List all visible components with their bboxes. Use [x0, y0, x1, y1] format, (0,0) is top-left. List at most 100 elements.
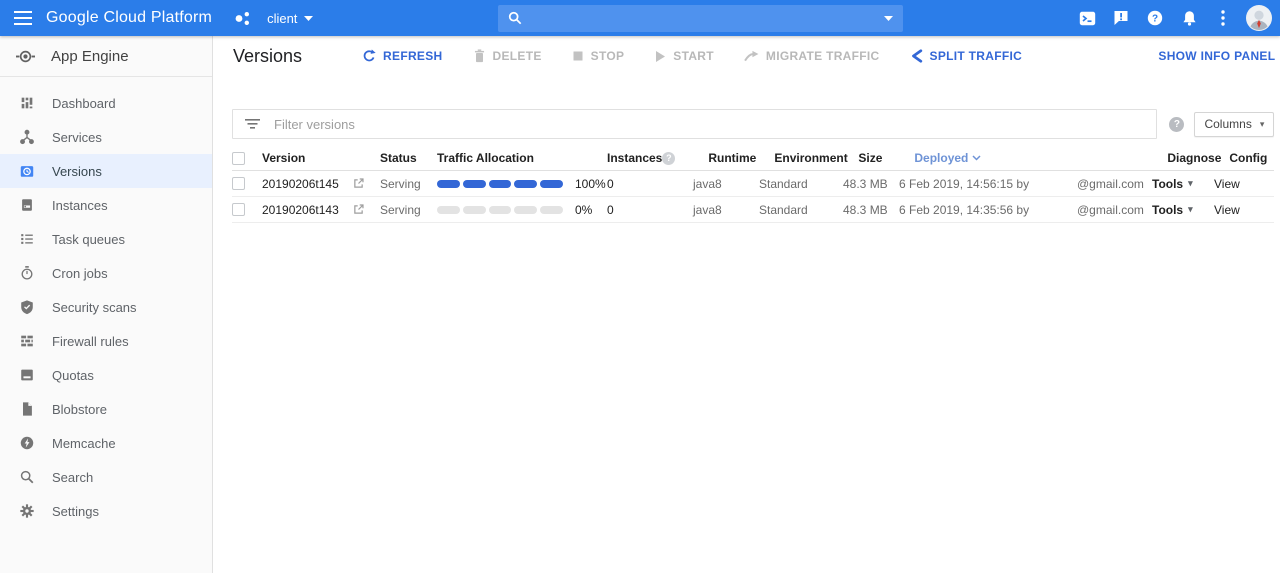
migrate-traffic-icon [744, 50, 759, 62]
traffic-allocation-bar [437, 206, 563, 214]
topbar-left: Google Cloud Platform client [0, 9, 330, 27]
size-value: 48.3 MB [843, 203, 899, 217]
col-instances[interactable]: Instances [607, 151, 662, 165]
product-logo[interactable]: Google Cloud Platform [46, 9, 212, 27]
cloud-shell-icon[interactable] [1070, 0, 1104, 36]
sidebar-item-cron-jobs[interactable]: Cron jobs [0, 256, 212, 290]
columns-button[interactable]: Columns ▾ [1194, 112, 1274, 137]
project-selector[interactable]: client [267, 11, 313, 26]
versions-icon [18, 162, 36, 180]
runtime-value: java8 [693, 177, 759, 191]
deployed-by-email: @gmail.com [1077, 203, 1152, 217]
filter-versions-input[interactable] [274, 117, 1144, 132]
page-title: Versions [233, 46, 302, 67]
view-config-link[interactable]: View [1214, 177, 1259, 191]
chevron-down-icon: ▾ [1188, 178, 1193, 189]
open-version-link[interactable] [352, 177, 380, 190]
more-options-icon[interactable] [1206, 0, 1240, 36]
col-status[interactable]: Status [380, 151, 437, 165]
versions-toolbar: Versions REFRESH DELETE STOP START MIGRA… [213, 36, 1280, 76]
search-input[interactable] [530, 11, 876, 26]
sidebar-item-instances[interactable]: Instances [0, 188, 212, 222]
sidebar-item-blobstore[interactable]: Blobstore [0, 392, 212, 426]
main-content: Versions REFRESH DELETE STOP START MIGRA… [213, 36, 1280, 573]
sidebar-item-services[interactable]: Services [0, 120, 212, 154]
columns-label: Columns [1204, 117, 1251, 131]
col-runtime[interactable]: Runtime [708, 151, 774, 165]
sidebar-item-firewall-rules[interactable]: Firewall rules [0, 324, 212, 358]
table-header-row: Version Status Traffic Allocation Instan… [232, 146, 1274, 171]
tools-label: Tools [1152, 177, 1183, 191]
external-link-icon [352, 177, 365, 190]
sidebar-title: App Engine [51, 48, 129, 65]
topbar-right: ? [1070, 0, 1272, 36]
app-engine-icon [16, 47, 35, 66]
sidebar-item-settings[interactable]: Settings [0, 494, 212, 528]
deployed-value: 6 Feb 2019, 14:56:15 by [899, 177, 1077, 191]
traffic-percent: 0% [575, 203, 592, 217]
instances-count: 0 [607, 203, 647, 217]
sidebar-item-label: Versions [52, 164, 102, 179]
filter-icon [245, 119, 260, 129]
sidebar-item-task-queues[interactable]: Task queues [0, 222, 212, 256]
avatar[interactable] [1246, 5, 1272, 31]
col-environment[interactable]: Environment [774, 151, 858, 165]
services-icon [18, 128, 36, 146]
sidebar-item-quotas[interactable]: Quotas [0, 358, 212, 392]
memcache-icon [18, 434, 36, 452]
versions-table: Version Status Traffic Allocation Instan… [232, 146, 1274, 223]
row-checkbox[interactable] [232, 177, 245, 190]
sidebar-item-versions[interactable]: Versions [0, 154, 212, 188]
start-icon [654, 50, 666, 63]
traffic-percent: 100% [575, 177, 606, 191]
sidebar-item-security-scans[interactable]: Security scans [0, 290, 212, 324]
settings-icon [18, 502, 36, 520]
dashboard-icon [18, 94, 36, 112]
project-switcher-icon[interactable] [234, 10, 251, 27]
feedback-icon[interactable] [1104, 0, 1138, 36]
stop-button[interactable]: STOP [572, 49, 625, 63]
versions-content: ? Columns ▾ Version Status Traffic Alloc… [213, 76, 1280, 223]
instances-help-icon[interactable]: ? [662, 152, 675, 165]
migrate-traffic-button[interactable]: MIGRATE TRAFFIC [744, 49, 880, 63]
col-deployed-sort[interactable]: Deployed [914, 151, 1092, 165]
chevron-down-icon: ▾ [1260, 119, 1265, 130]
size-value: 48.3 MB [843, 177, 899, 191]
sidebar-item-search[interactable]: Search [0, 460, 212, 494]
filter-box[interactable] [232, 109, 1157, 139]
tools-dropdown[interactable]: Tools ▾ [1152, 203, 1214, 217]
notifications-icon[interactable] [1172, 0, 1206, 36]
show-info-panel-button[interactable]: SHOW INFO PANEL [1158, 49, 1275, 63]
version-name[interactable]: 20190206t143 [262, 203, 352, 217]
global-search[interactable] [498, 5, 903, 32]
external-link-icon [352, 203, 365, 216]
svg-text:?: ? [1152, 13, 1158, 24]
view-config-link[interactable]: View [1214, 203, 1259, 217]
delete-button[interactable]: DELETE [473, 49, 542, 63]
project-name: client [267, 11, 297, 26]
menu-icon[interactable] [0, 10, 46, 26]
open-version-link[interactable] [352, 203, 380, 216]
start-button[interactable]: START [654, 49, 714, 63]
sidebar-item-dashboard[interactable]: Dashboard [0, 86, 212, 120]
col-traffic[interactable]: Traffic Allocation [437, 151, 607, 165]
environment-value: Standard [759, 177, 843, 191]
tools-dropdown[interactable]: Tools ▾ [1152, 177, 1214, 191]
help-icon[interactable]: ? [1138, 0, 1172, 36]
traffic-allocation-bar [437, 180, 563, 188]
version-name[interactable]: 20190206t145 [262, 177, 352, 191]
col-size[interactable]: Size [858, 151, 914, 165]
sidebar-nav: Dashboard Services Versions Instances [0, 77, 212, 528]
delete-icon [473, 49, 486, 63]
stop-icon [572, 50, 584, 62]
select-all-checkbox[interactable] [232, 152, 245, 165]
split-traffic-button[interactable]: SPLIT TRAFFIC [910, 49, 1023, 63]
search-scope-chevron-icon[interactable] [884, 16, 893, 21]
row-checkbox[interactable] [232, 203, 245, 216]
sidebar-item-label: Cron jobs [52, 266, 108, 281]
filter-help-icon[interactable]: ? [1169, 117, 1184, 132]
sidebar-item-memcache[interactable]: Memcache [0, 426, 212, 460]
refresh-button[interactable]: REFRESH [362, 49, 442, 63]
col-version[interactable]: Version [262, 151, 352, 165]
sidebar-item-label: Security scans [52, 300, 137, 315]
